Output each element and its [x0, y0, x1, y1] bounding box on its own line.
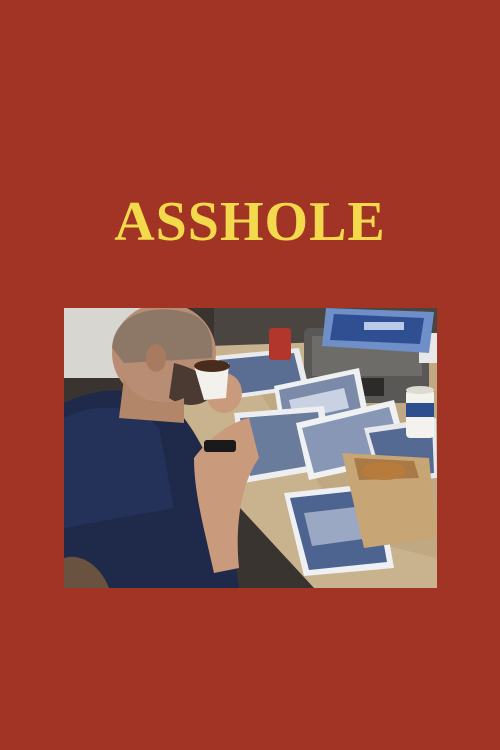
film-still	[64, 308, 437, 588]
poster-title: ASSHOLE	[114, 191, 386, 253]
